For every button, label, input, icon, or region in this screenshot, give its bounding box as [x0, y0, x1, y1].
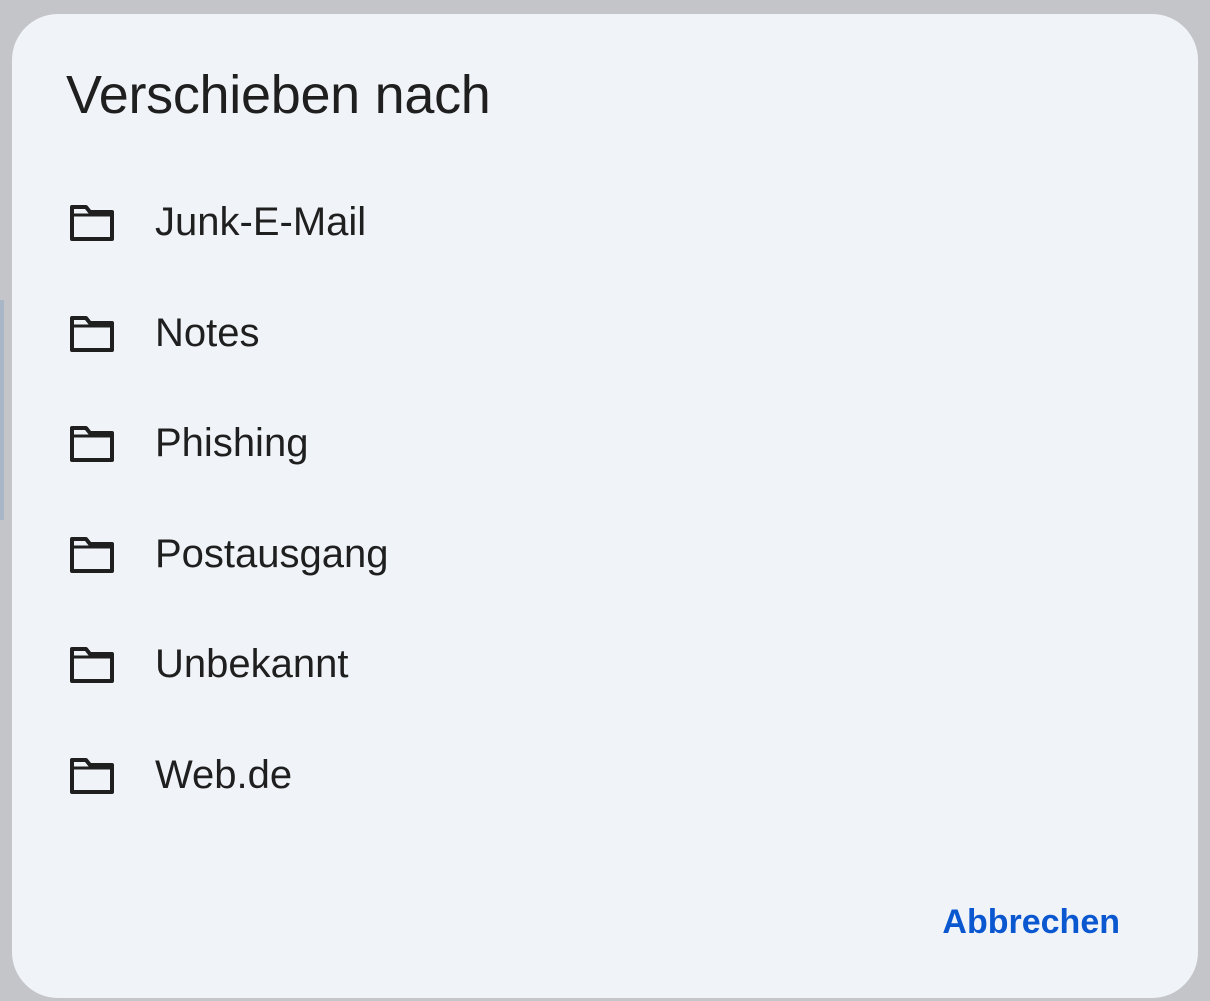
dialog-title: Verschieben nach: [66, 65, 491, 125]
folder-item-web-de[interactable]: Web.de: [12, 721, 1198, 832]
background-divider: [0, 300, 4, 520]
folder-item-junk-e-mail[interactable]: Junk-E-Mail: [12, 168, 1198, 279]
folder-list: Junk-E-Mail Notes Phishing Postausgang U…: [12, 168, 1198, 831]
folder-label: Phishing: [155, 421, 309, 465]
folder-icon: [70, 205, 114, 241]
folder-label: Web.de: [155, 752, 293, 797]
folder-label: Unbekannt: [155, 642, 349, 686]
folder-icon: [70, 536, 114, 573]
move-to-dialog: Verschieben nach Junk-E-Mail Notes Phish…: [12, 14, 1198, 998]
folder-icon: [70, 647, 114, 683]
folder-icon: [70, 757, 114, 794]
folder-label: Notes: [155, 310, 260, 355]
cancel-button[interactable]: Abbrechen: [942, 903, 1120, 942]
folder-icon: [70, 315, 114, 352]
folder-item-unbekannt[interactable]: Unbekannt: [12, 610, 1198, 721]
folder-label: Junk-E-Mail: [155, 200, 367, 244]
folder-icon: [70, 426, 114, 462]
folder-label: Postausgang: [155, 531, 389, 576]
folder-item-notes[interactable]: Notes: [12, 279, 1198, 390]
folder-item-postausgang[interactable]: Postausgang: [12, 500, 1198, 611]
folder-item-phishing[interactable]: Phishing: [12, 389, 1198, 500]
